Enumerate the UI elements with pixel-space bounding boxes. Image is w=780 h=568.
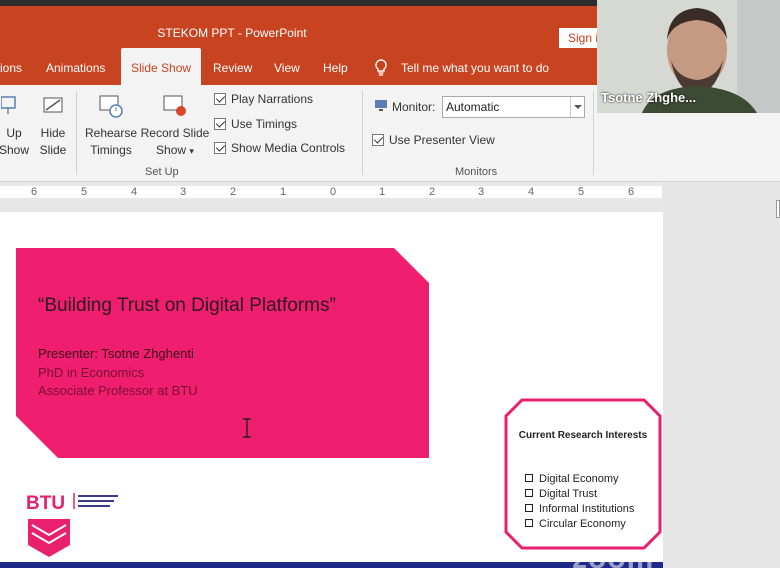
stopwatch-icon — [99, 95, 123, 118]
list-item: Informal Institutions — [525, 502, 634, 517]
setup-show-line2: Show — [0, 143, 30, 157]
checkbox-icon — [372, 134, 384, 146]
ruler-tick: 1 — [378, 186, 386, 198]
tab-help[interactable]: Help — [323, 48, 348, 85]
checkbox-icon — [214, 142, 226, 154]
zoom-watermark: zoom — [572, 542, 655, 568]
ruler-tick: 0 — [329, 186, 337, 198]
record-icon — [163, 95, 186, 116]
presenter-view-label: Use Presenter View — [389, 133, 495, 147]
vertical-scrollbar[interactable] — [776, 200, 780, 218]
rehearse-line2: Timings — [90, 143, 132, 157]
setup-slide-show-button[interactable]: Up Show — [0, 93, 32, 159]
hide-slide-icon — [43, 97, 63, 113]
hide-slide-line1: Hide — [40, 126, 66, 140]
hide-slide-line2: Slide — [39, 143, 67, 157]
tab-review[interactable]: Review — [213, 48, 252, 85]
rehearse-line1: Rehearse — [84, 126, 138, 140]
tell-me-search[interactable]: Tell me what you want to do — [401, 48, 549, 85]
slide-canvas[interactable]: “Building Trust on Digital Platforms” Pr… — [0, 212, 663, 568]
divider — [593, 91, 594, 175]
checkbox-square-icon — [525, 504, 533, 512]
monitor-label: Monitor: — [392, 100, 436, 114]
show-media-controls-checkbox[interactable]: Show Media Controls — [214, 141, 345, 155]
ruler-track: 6 5 4 3 2 1 0 1 2 3 4 5 6 — [0, 186, 662, 198]
powerpoint-window: STEKOM PPT - PowerPoint Sign in ions Ani… — [0, 0, 780, 568]
interests-list: Digital Economy Digital Trust Informal I… — [525, 472, 634, 532]
setup-group-label: Set Up — [145, 166, 179, 178]
rehearse-timings-button[interactable]: Rehearse Timings — [84, 93, 138, 159]
window-title: STEKOM PPT - PowerPoint — [157, 26, 307, 40]
setup-show-icon — [1, 96, 16, 114]
presenter-position[interactable]: Associate Professor at BTU — [38, 383, 198, 398]
use-presenter-view-checkbox[interactable]: Use Presenter View — [372, 133, 495, 147]
checkbox-icon — [214, 93, 226, 105]
tab-transitions[interactable]: ions — [0, 48, 22, 85]
research-interests-box[interactable]: Current Research Interests Digital Econo… — [504, 398, 662, 550]
record-line1: Record Slide — [140, 126, 210, 140]
monitors-group-label: Monitors — [455, 166, 498, 178]
play-narrations-checkbox[interactable]: Play Narrations — [214, 92, 313, 106]
play-narrations-label: Play Narrations — [231, 92, 314, 106]
tab-slide-show[interactable]: Slide Show — [121, 48, 202, 85]
slide-footer-bar — [0, 562, 663, 568]
record-line2: Show ▾ — [156, 143, 194, 157]
chevron-down-icon[interactable]: ▾ — [189, 146, 194, 156]
text-cursor-icon — [243, 418, 251, 438]
ruler-tick: 3 — [179, 186, 187, 198]
ruler-tick: 6 — [30, 186, 38, 198]
horizontal-ruler: 6 5 4 3 2 1 0 1 2 3 4 5 6 — [0, 182, 662, 202]
list-item: Digital Trust — [525, 487, 634, 502]
checkbox-square-icon — [525, 489, 533, 497]
checkbox-icon — [214, 118, 226, 130]
slide-editing-pane: “Building Trust on Digital Platforms” Pr… — [0, 202, 780, 568]
record-slide-show-button[interactable]: Record Slide Show ▾ — [140, 93, 210, 160]
show-media-controls-label: Show Media Controls — [231, 141, 346, 155]
ruler-tick: 1 — [279, 186, 287, 198]
slide-title[interactable]: “Building Trust on Digital Platforms” — [38, 295, 336, 317]
chevron-down-icon[interactable] — [570, 97, 584, 117]
checkbox-square-icon — [525, 474, 533, 482]
ruler-tick: 5 — [577, 186, 585, 198]
ruler-tick: 2 — [229, 186, 237, 198]
use-timings-label: Use Timings — [231, 117, 298, 131]
ruler-tick: 6 — [627, 186, 635, 198]
list-item: Digital Economy — [525, 472, 634, 487]
divider — [76, 91, 77, 175]
ruler-tick: 2 — [428, 186, 436, 198]
svg-text:BTU: BTU — [26, 493, 65, 514]
list-item: Circular Economy — [525, 517, 634, 532]
tab-view[interactable]: View — [274, 48, 300, 85]
interests-title: Current Research Interests — [518, 430, 648, 441]
monitor-select-value: Automatic — [446, 100, 500, 114]
ruler-tick: 4 — [527, 186, 535, 198]
ruler-tick: 3 — [477, 186, 485, 198]
participant-name: Tsotne Zhghe... — [601, 90, 697, 105]
tab-animations[interactable]: Animations — [46, 48, 105, 85]
setup-show-line1: Up — [6, 126, 22, 140]
presenter-name[interactable]: Presenter: Tsotne Zhghenti — [38, 346, 194, 361]
use-timings-checkbox[interactable]: Use Timings — [214, 117, 297, 131]
ruler-tick: 5 — [80, 186, 88, 198]
hide-slide-button[interactable]: Hide Slide — [36, 93, 70, 159]
ruler-tick: 4 — [130, 186, 138, 198]
monitor-select[interactable]: Automatic — [442, 96, 585, 118]
presenter-degree[interactable]: PhD in Economics — [38, 365, 144, 380]
btu-logo: BTU — [26, 493, 118, 557]
webcam-video: Tsotne Zhghe... — [597, 0, 780, 113]
checkbox-square-icon — [525, 519, 533, 527]
lightbulb-icon — [375, 59, 387, 76]
divider — [362, 91, 363, 175]
monitor-icon — [375, 100, 387, 111]
